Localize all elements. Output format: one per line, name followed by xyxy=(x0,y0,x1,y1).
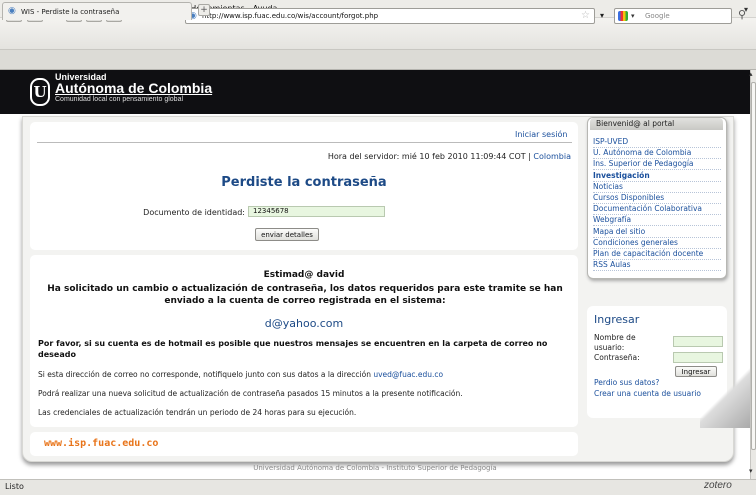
new-tab-button[interactable]: + xyxy=(198,4,210,16)
sidebar-item[interactable]: RSS Aulas xyxy=(593,260,721,272)
login-link[interactable]: Iniciar sesión xyxy=(515,130,567,139)
hotmail-notice: Por favor, si su cuenta es de hotmail es… xyxy=(38,339,548,359)
sidebar-item[interactable]: Webgrafía xyxy=(593,215,721,227)
tab-bar xyxy=(0,50,756,70)
bookmark-star-icon[interactable]: ☆ xyxy=(581,10,590,21)
search-placeholder: Google xyxy=(645,12,670,20)
search-engine-dropdown-icon[interactable]: ▾ xyxy=(631,12,635,20)
university-logo[interactable]: U xyxy=(30,78,50,106)
password-input[interactable] xyxy=(673,352,723,363)
username-label: Nombre de usuario: xyxy=(594,333,636,352)
brand-name-link[interactable]: Autónoma de Colombia xyxy=(55,80,212,96)
scroll-down-icon[interactable]: ▾ xyxy=(749,467,753,475)
document-id-input[interactable]: 12345678 xyxy=(248,206,385,217)
server-time: Hora del servidor: mié 10 feb 2010 11:09… xyxy=(327,152,571,161)
login-title: Ingresar xyxy=(594,313,640,326)
forgot-data-link[interactable]: Perdio sus datos? xyxy=(594,378,659,387)
tab-favicon-icon: ◉ xyxy=(8,6,16,16)
greeting: Estimad@ david xyxy=(263,270,345,280)
create-account-link[interactable]: Crear una cuenta de usuario xyxy=(594,389,701,398)
url-dropdown-icon[interactable]: ▾ xyxy=(600,11,604,20)
retry-paragraph: Podrá realizar una nueva solicitud de ac… xyxy=(38,389,463,398)
sidebar-item[interactable]: Investigación xyxy=(593,171,721,182)
contact-paragraph: Si esta dirección de correo no correspon… xyxy=(38,370,444,379)
sidebar-item[interactable]: Documentación Colaborativa xyxy=(593,204,721,216)
search-box[interactable]: ▾ Google xyxy=(614,8,732,24)
url-bar[interactable]: ◉ http://www.isp.fuac.edu.co/wis/account… xyxy=(185,8,595,24)
sidebar-header: Bienvenid@ al portal xyxy=(590,118,723,130)
sidebar-item[interactable]: Condiciones generales xyxy=(593,238,721,249)
sidebar-item[interactable]: Plan de capacitación docente xyxy=(593,249,721,260)
page-curl-decoration xyxy=(700,368,750,428)
page-footer: Universidad Autónoma de Colombia - Insti… xyxy=(253,464,497,472)
sidebar-item[interactable]: ISP-UVED xyxy=(593,137,721,148)
zotero-icon[interactable]: zotero xyxy=(704,480,732,491)
sidebar-item[interactable]: Mapa del sitio xyxy=(593,227,721,238)
sidebar-item[interactable]: Noticias xyxy=(593,182,721,193)
registered-email: d@yahoo.com xyxy=(264,317,344,330)
password-label: Contraseña: xyxy=(594,353,640,362)
brand-tagline: Comunidad local con pensamiento global xyxy=(55,96,184,103)
sidebar-item[interactable]: Ins. Superior de Pedagogía xyxy=(593,159,721,171)
scroll-up-icon[interactable]: ▴ xyxy=(749,70,753,78)
sidebar-item[interactable]: Cursos Disponibles xyxy=(593,193,721,204)
document-id-label: Documento de identidad: xyxy=(143,208,245,217)
status-text: Listo xyxy=(5,482,24,491)
divider xyxy=(37,142,572,143)
tab-list-icon[interactable]: ▾ xyxy=(744,5,748,14)
expiry-paragraph: Las credenciales de actualización tendrá… xyxy=(38,408,357,417)
site-url-logo: www.isp.fuac.edu.co xyxy=(44,438,159,449)
support-email-link[interactable]: uved@fuac.edu.co xyxy=(373,370,443,379)
tab-title: WIS - Perdiste la contraseña xyxy=(21,7,120,16)
page-title: Perdiste la contraseña xyxy=(221,175,387,190)
google-icon[interactable] xyxy=(618,11,628,21)
result-message: Ha solicitado un cambio o actualización … xyxy=(47,284,563,306)
tab-current[interactable]: ◉ WIS - Perdiste la contraseña xyxy=(2,2,192,20)
username-input[interactable] xyxy=(673,336,723,347)
status-bar xyxy=(0,479,756,495)
send-details-button[interactable]: enviar detalles xyxy=(255,228,319,241)
sidebar-item[interactable]: U. Autónoma de Colombia xyxy=(593,148,721,160)
url-text: http://www.isp.fuac.edu.co/wis/account/f… xyxy=(202,12,379,20)
scrollbar-thumb[interactable] xyxy=(751,82,756,450)
country-link[interactable]: Colombia xyxy=(533,152,571,161)
